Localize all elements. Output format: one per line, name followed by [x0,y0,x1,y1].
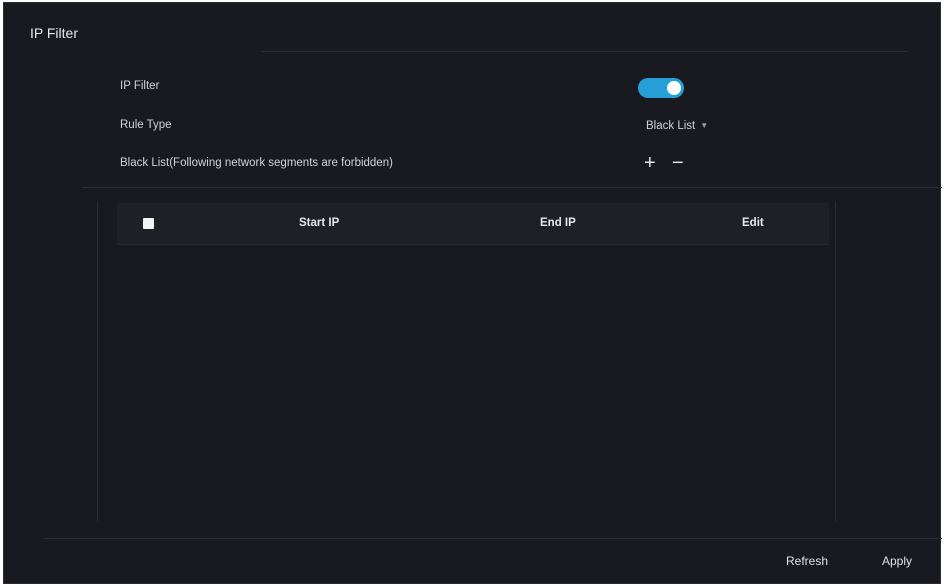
title-divider [262,51,908,52]
refresh-button[interactable]: Refresh [768,548,846,574]
table-header [117,203,829,245]
column-header-end-ip: End IP [540,217,576,229]
chevron-down-icon: ▼ [700,121,709,130]
rule-type-label: Rule Type [120,119,172,131]
apply-button[interactable]: Apply [866,548,928,574]
plus-icon: + [644,152,656,174]
rule-type-select[interactable]: Black List ▼ [646,120,708,132]
add-rule-button[interactable]: + [644,153,656,173]
remove-rule-button[interactable]: − [672,153,684,173]
minus-icon: − [672,152,684,174]
column-header-edit: Edit [742,217,764,229]
ip-rule-table [97,201,836,521]
page-title: IP Filter [30,25,78,41]
footer-divider [44,538,942,539]
rule-type-value: Black List [646,120,696,132]
black-list-label: Black List(Following network segments ar… [120,157,393,169]
ip-filter-label: IP Filter [120,80,160,92]
column-header-start-ip: Start IP [299,217,340,229]
ip-filter-toggle[interactable] [638,78,684,98]
section-divider [82,187,942,188]
settings-frame: IP Filter IP Filter Rule Type Black List… [3,2,942,584]
toggle-knob [667,81,681,95]
select-all-checkbox[interactable] [143,218,154,229]
